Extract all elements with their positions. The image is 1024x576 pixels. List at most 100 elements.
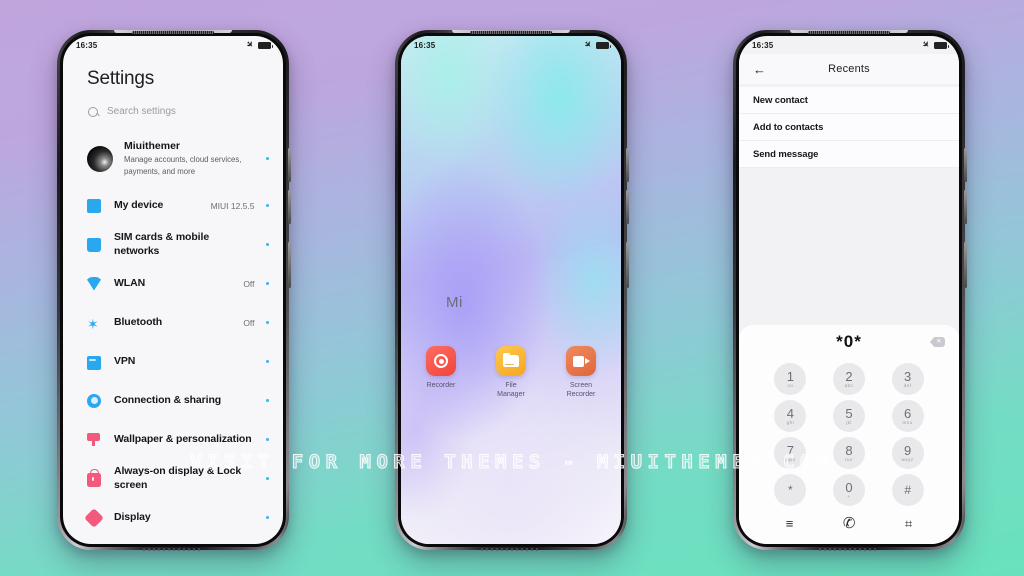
chevron-dot — [265, 476, 269, 481]
key-letters: + — [847, 494, 851, 499]
search-icon — [88, 106, 98, 117]
app-screen-recorder[interactable]: Screen Recorder — [557, 346, 605, 400]
key-letters: mno — [902, 420, 913, 425]
status-bar: 16:35 ✈ — [63, 36, 283, 54]
dialpad-panel: *0* ✕ 1 oo 2 abc 3 def 4 ghi 5 jkl 6 mno… — [739, 325, 959, 544]
number-display-row: *0* ✕ — [739, 325, 959, 359]
bottom-speaker-grille — [143, 548, 203, 551]
battery-full-icon — [596, 41, 611, 49]
key-1[interactable]: 1 oo — [774, 363, 807, 395]
volume-down-button[interactable] — [626, 190, 629, 224]
dialer-screen: 16:35 ✈ ← Recents New contact Add to con… — [739, 36, 959, 544]
key-7[interactable]: 7 pqrs — [774, 437, 807, 469]
key-letters: abc — [844, 383, 854, 388]
status-time: 16:35 — [752, 40, 774, 50]
sidebar-item-vpn[interactable]: VPN — [63, 342, 283, 381]
sidebar-item-wallpaper[interactable]: Wallpaper & personalization — [63, 420, 283, 459]
settings-list: Miuithemer Manage accounts, cloud servic… — [63, 131, 283, 544]
volume-down-button[interactable] — [288, 190, 291, 224]
app-label: Recorder — [426, 382, 456, 389]
key-digit: 6 — [904, 405, 912, 421]
page-title: Settings — [87, 68, 155, 89]
key-letters: tuv — [845, 457, 853, 462]
sidebar-item-sim-cards[interactable]: SIM cards & mobile networks — [63, 225, 283, 264]
dialer-spacer — [739, 168, 959, 325]
airplane-mode-icon: ✈ — [582, 39, 594, 51]
volume-down-button[interactable] — [964, 190, 967, 224]
key-5[interactable]: 5 jkl — [832, 400, 865, 432]
app-row: Recorder File Manager Screen Recorder — [401, 346, 621, 400]
bottom-speaker-grille — [819, 548, 879, 551]
key-hash[interactable]: # — [891, 474, 924, 506]
sidebar-item-wlan[interactable]: WLAN Off — [63, 264, 283, 303]
key-4[interactable]: 4 ghi — [774, 400, 807, 432]
key-6[interactable]: 6 mno — [891, 400, 924, 432]
settings-item-label: Connection & sharing — [114, 393, 222, 406]
menu-item-send-message[interactable]: Send message — [739, 141, 959, 168]
battery-full-icon — [934, 41, 949, 49]
sidebar-item-account[interactable]: Miuithemer Manage accounts, cloud servic… — [63, 131, 283, 186]
key-digit: 7 — [786, 442, 794, 458]
wifi-icon — [87, 276, 101, 291]
menu-item-new-contact[interactable]: New contact — [739, 87, 959, 114]
power-button[interactable] — [288, 242, 291, 288]
key-9[interactable]: 9 wxyz — [891, 437, 924, 469]
screen-recorder-icon — [566, 346, 596, 376]
key-8[interactable]: 8 tuv — [832, 437, 865, 469]
menu-icon[interactable]: ≡ — [786, 517, 794, 530]
number-display[interactable]: *0* — [836, 332, 862, 352]
chevron-dot — [265, 242, 269, 247]
power-button[interactable] — [626, 242, 629, 288]
key-letters: jkl — [846, 420, 852, 425]
display-icon — [84, 507, 104, 528]
keypad-icon[interactable]: ⌗ — [905, 517, 912, 530]
search-input[interactable]: Search settings — [63, 90, 283, 131]
key-digit: 5 — [845, 405, 853, 421]
sidebar-item-bluetooth[interactable]: Bluetooth Off — [63, 303, 283, 342]
sidebar-item-my-device[interactable]: My device MIUI 12.5.5 — [63, 186, 283, 225]
key-letters: pqrs — [784, 457, 796, 462]
status-bar: 16:35 ✈ — [401, 36, 621, 54]
volume-up-button[interactable] — [626, 148, 629, 182]
settings-item-label: Wallpaper & personalization — [114, 432, 252, 445]
key-letters: wxyz — [901, 457, 914, 462]
avatar — [87, 145, 113, 172]
menu-item-add-to-contacts[interactable]: Add to contacts — [739, 114, 959, 141]
key-letters: ghi — [786, 420, 795, 425]
volume-up-button[interactable] — [288, 148, 291, 182]
key-0[interactable]: 0 + — [832, 474, 865, 506]
sidebar-item-always-on-display[interactable]: Always-on display & Lock screen — [63, 459, 283, 498]
call-icon[interactable]: ✆ — [843, 516, 856, 531]
key-digit: 9 — [904, 442, 912, 458]
app-file-manager[interactable]: File Manager — [487, 346, 535, 400]
menu-item-label: Add to contacts — [753, 121, 824, 133]
key-3[interactable]: 3 def — [891, 363, 924, 395]
menu-item-label: New contact — [753, 94, 808, 106]
settings-item-label: My device — [114, 198, 164, 211]
settings-item-label: WLAN — [114, 276, 146, 289]
key-digit: 4 — [786, 405, 794, 421]
volume-up-button[interactable] — [964, 148, 967, 182]
key-2[interactable]: 2 abc — [832, 363, 865, 395]
bluetooth-icon — [87, 316, 101, 330]
app-recorder[interactable]: Recorder — [417, 346, 465, 400]
lock-icon — [87, 468, 101, 487]
dialpad-keys: 1 oo 2 abc 3 def 4 ghi 5 jkl 6 mno 7 pqr… — [739, 359, 959, 506]
page-title: Recents — [828, 63, 870, 75]
settings-item-label: VPN — [114, 354, 136, 367]
settings-item-label: Always-on display & Lock screen — [114, 464, 242, 491]
menu-item-label: Send message — [753, 148, 819, 160]
sidebar-item-display[interactable]: Display — [63, 498, 283, 537]
phone-device-settings: 16:35 ✈ Settings Search settings Miuithe… — [57, 30, 291, 551]
power-button[interactable] — [964, 242, 967, 288]
vpn-icon — [87, 356, 101, 370]
dialer-bottom-bar: ≡ ✆ ⌗ — [739, 506, 959, 540]
backspace-icon[interactable]: ✕ — [930, 337, 945, 347]
battery-full-icon — [258, 41, 273, 49]
search-placeholder: Search settings — [107, 106, 176, 117]
sidebar-item-connection-sharing[interactable]: Connection & sharing — [63, 381, 283, 420]
key-star[interactable]: * — [774, 474, 807, 506]
mi-widget-label: Mi — [446, 294, 463, 311]
account-name: Miuithemer — [124, 140, 181, 153]
airplane-mode-icon: ✈ — [244, 39, 256, 51]
